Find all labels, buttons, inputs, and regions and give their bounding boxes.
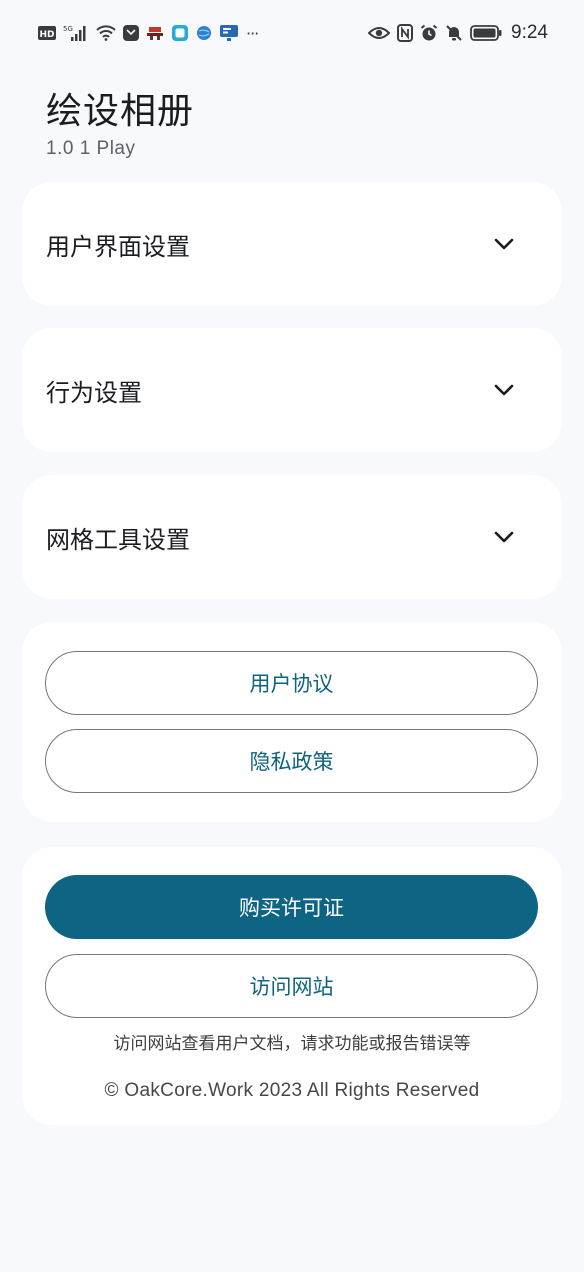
legal-card: 用户协议 隐私政策	[22, 622, 562, 822]
user-agreement-button[interactable]: 用户协议	[45, 651, 538, 715]
page-title: 绘设相册	[46, 91, 195, 132]
section-title: 网格工具设置	[46, 525, 190, 554]
app-red-icon	[146, 25, 164, 41]
nfc-icon	[397, 24, 414, 42]
buy-license-button[interactable]: 购买许可证	[45, 875, 538, 939]
chevron-down-icon	[492, 378, 516, 402]
status-time: 9:24	[511, 22, 548, 43]
more-notifications-icon: ···	[246, 23, 259, 43]
svg-text:5G: 5G	[63, 25, 73, 33]
status-bar-left: HD 5G ···	[38, 23, 259, 43]
battery-icon	[470, 25, 502, 41]
privacy-policy-button[interactable]: 隐私政策	[45, 729, 538, 793]
section-ui-settings[interactable]: 用户界面设置	[22, 182, 562, 306]
wifi-icon	[96, 25, 116, 41]
app-square-icon	[171, 24, 189, 42]
app-version: 1.0 1 Play	[46, 138, 136, 159]
status-bar: HD 5G ··· 9:24	[0, 0, 584, 66]
app-shield-icon	[123, 24, 139, 42]
alarm-icon	[420, 24, 438, 42]
app-globe-icon	[196, 25, 212, 41]
app-header: 绘设相册 1.0 1 Play	[46, 82, 194, 160]
svg-text:HD: HD	[39, 30, 54, 40]
copyright-text: © OakCore.Work 2023 All Rights Reserved	[104, 1080, 480, 1101]
section-grid-tool-settings[interactable]: 网格工具设置	[22, 475, 562, 599]
visit-website-button[interactable]: 访问网站	[45, 954, 538, 1018]
purchase-card: 购买许可证 访问网站 访问网站查看用户文档，请求功能或报告错误等 © OakCo…	[22, 847, 562, 1125]
chevron-down-icon	[492, 525, 516, 549]
hd-icon: HD	[38, 26, 56, 40]
chevron-down-icon	[492, 232, 516, 256]
status-bar-right: 9:24	[368, 22, 548, 44]
eye-icon	[368, 26, 391, 40]
signal-5g-icon: 5G	[63, 24, 89, 42]
section-title: 用户界面设置	[46, 232, 190, 261]
section-title: 行为设置	[46, 378, 142, 407]
mute-icon	[445, 24, 463, 42]
website-hint-text: 访问网站查看用户文档，请求功能或报告错误等	[113, 1034, 471, 1054]
app-monitor-icon	[219, 24, 239, 42]
section-behavior-settings[interactable]: 行为设置	[22, 328, 562, 452]
